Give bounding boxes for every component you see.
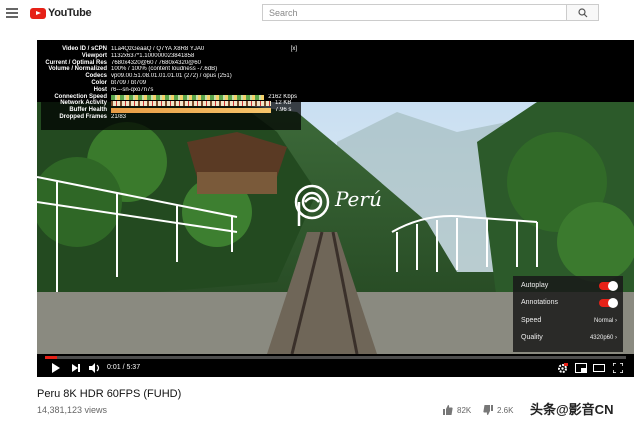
search-input[interactable]: Search (262, 4, 567, 21)
chevron-right-icon: › (615, 318, 617, 324)
annotations-label: Annotations (521, 299, 558, 306)
stat-row: Color bt709 / bt709 (91, 79, 147, 86)
annotations-row[interactable]: Annotations (521, 297, 618, 309)
speed-label: Speed (521, 317, 542, 324)
quality-label: Quality (521, 334, 543, 341)
like-count: 82K (457, 405, 472, 415)
speed-row[interactable]: Speed Normal › (521, 315, 617, 327)
video-title: Peru 8K HDR 60FPS (FUHD) (37, 388, 182, 400)
youtube-logo[interactable]: YouTube (30, 6, 92, 20)
stats-panel: [x] Video ID / sCPN 1La4QzGeaaQ / Q7YA X8… (41, 44, 301, 130)
logo-text: YouTube (48, 7, 92, 19)
thumbs-down-icon (483, 405, 493, 415)
settings-gear-icon[interactable] (557, 363, 568, 374)
watermark: 头条@影音CN (530, 402, 614, 417)
stat-row: Host r6---sn-qxo7n7s (93, 86, 154, 93)
stat-row: Connection Speed 2162 Kbps (54, 93, 297, 100)
progress-fill (45, 356, 57, 359)
play-icon[interactable] (51, 363, 61, 373)
network-activity-bar (111, 101, 271, 107)
search-icon (578, 8, 588, 18)
settings-menu: Autoplay Annotations Speed Normal › Qual… (513, 276, 623, 352)
stat-row: Dropped Frames 21/83 (59, 113, 127, 120)
menu-icon[interactable] (6, 8, 18, 18)
miniplayer-icon[interactable] (575, 363, 587, 373)
progress-bar[interactable] (45, 356, 626, 359)
stat-row: Buffer Health 7.96 s (69, 107, 292, 114)
brand-text: Perú (334, 187, 382, 211)
stat-row: Viewport 1132x637*1.100000023841858 (81, 52, 195, 59)
youtube-play-icon (30, 7, 46, 19)
theater-mode-icon[interactable] (593, 363, 605, 373)
quality-row[interactable]: Quality 4320p60 › (521, 332, 617, 344)
speed-value: Normal (593, 318, 614, 324)
stat-row: Video ID / sCPN 1La4QzGeaaQ / Q7YA X8R8 Y… (62, 46, 205, 52)
stat-row: Network Activity 12 KB (60, 100, 292, 107)
buffer-health-bar (111, 108, 271, 114)
view-count: 14,381,123 views (37, 405, 108, 415)
fullscreen-icon[interactable] (613, 363, 623, 373)
autoplay-label: Autoplay (521, 282, 549, 289)
dislike-count: 2.6K (497, 405, 514, 415)
thumbs-up-icon (443, 405, 453, 415)
stat-row: Current / Optimal Res 7680x4320@60 / 7680… (45, 59, 201, 66)
like-button[interactable]: 82K (443, 405, 471, 415)
chevron-right-icon: › (615, 335, 617, 341)
video-player[interactable]: Perú [x] Video ID / sCPN 1La4QzGeaaQ / Q7… (37, 40, 634, 377)
stat-row: Codecs vp09.00.51.08.01.01.01.01 (272) / … (85, 73, 232, 80)
autoplay-toggle[interactable] (599, 281, 618, 291)
connection-speed-bar (111, 94, 265, 100)
quality-value: 4320p60 (589, 335, 614, 341)
annotations-toggle[interactable] (599, 298, 618, 308)
dislike-button[interactable]: 2.6K (483, 405, 513, 415)
player-controls: 0:01 / 5:37 (37, 361, 634, 377)
stats-close-button[interactable]: [x] (291, 46, 297, 52)
autoplay-row[interactable]: Autoplay (521, 280, 618, 292)
next-icon[interactable] (71, 363, 81, 373)
time-display: 0:01 / 5:37 (107, 364, 141, 371)
stat-row: Volume / Normalized 100% / 100% (content … (48, 66, 218, 73)
volume-icon[interactable] (89, 363, 101, 373)
top-bar: YouTube Search (0, 0, 640, 26)
search-button[interactable] (566, 4, 599, 21)
